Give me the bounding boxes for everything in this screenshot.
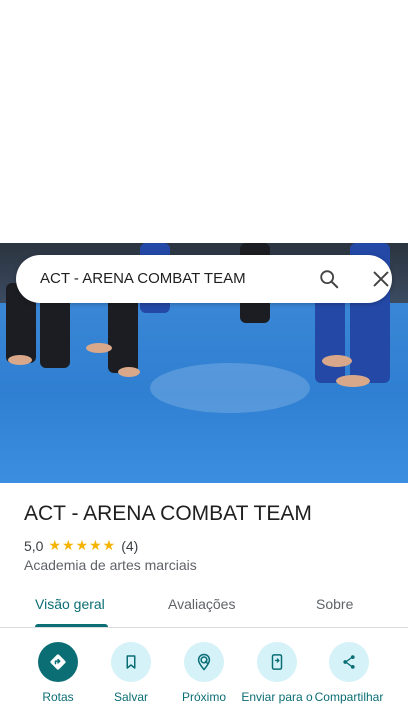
tab-about[interactable]: Sobre [316, 596, 353, 612]
directions-icon [38, 642, 78, 682]
photo-foot [322, 355, 352, 367]
tab-overview[interactable]: Visão geral [35, 596, 105, 612]
save-button[interactable]: Salvar [92, 642, 170, 705]
close-icon[interactable] [370, 268, 392, 290]
place-title: ACT - ARENA COMBAT TEAM [24, 502, 312, 525]
star-rating-icon: ★★★★★ [48, 537, 117, 553]
bookmark-icon [111, 642, 151, 682]
send-to-phone-label: Enviar para o [241, 690, 313, 704]
photo-sheen [150, 363, 310, 413]
directions-label: Rotas [42, 690, 74, 704]
photo-foot [86, 343, 112, 353]
directions-button[interactable]: Rotas [19, 642, 97, 705]
save-label: Salvar [113, 690, 148, 704]
active-tab-indicator [35, 624, 108, 627]
place-category: Academia de artes marciais [24, 557, 197, 573]
send-to-phone-button[interactable]: Enviar para o [238, 642, 316, 705]
tab-bar: Visão geral Avaliações Sobre [0, 583, 408, 628]
search-input[interactable]: ACT - ARENA COMBAT TEAM [40, 270, 246, 287]
search-icon[interactable] [318, 268, 340, 290]
nearby-button[interactable]: Próximo [165, 642, 243, 705]
share-button[interactable]: Compartilhar [310, 642, 388, 705]
search-bar[interactable]: ACT - ARENA COMBAT TEAM [16, 255, 392, 303]
share-label: Compartilhar [314, 690, 384, 704]
photo-leg [315, 293, 345, 383]
photo-foot [8, 355, 32, 365]
blank-map-area [0, 0, 408, 243]
review-count: (4) [121, 537, 139, 554]
send-to-phone-icon [257, 642, 297, 682]
photo-foot [118, 367, 140, 377]
photo-foot [336, 375, 370, 387]
share-icon [329, 642, 369, 682]
rating-row[interactable]: 5,0 ★★★★★ (4) [24, 537, 138, 554]
rating-value: 5,0 [24, 537, 44, 554]
nearby-label: Próximo [181, 690, 226, 704]
nearby-icon [184, 642, 224, 682]
tab-reviews[interactable]: Avaliações [168, 596, 235, 612]
